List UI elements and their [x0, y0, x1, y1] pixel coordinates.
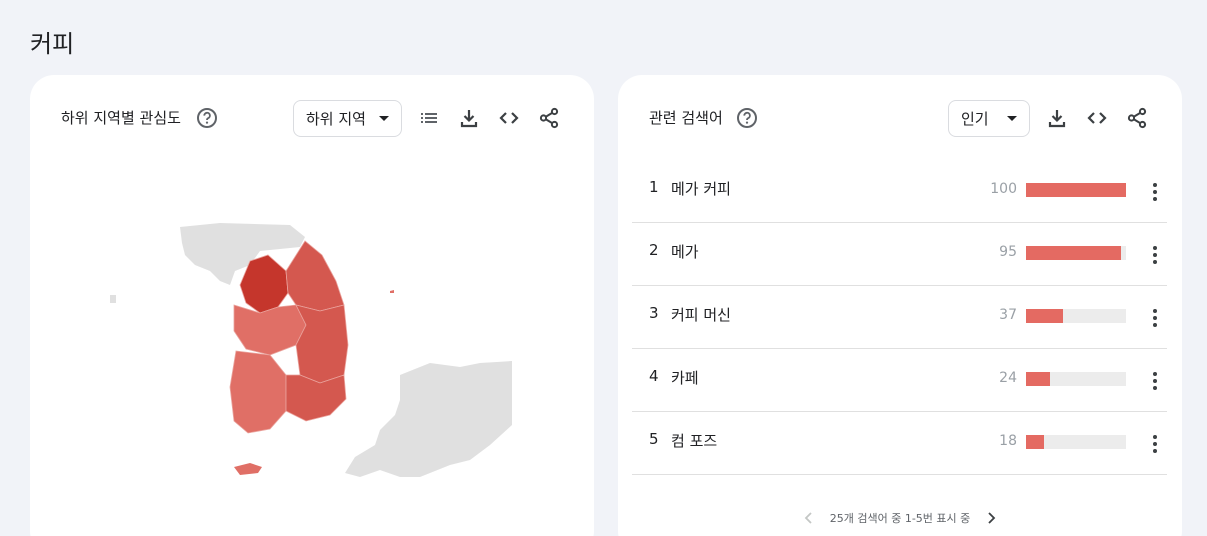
row-bar-track [1026, 372, 1126, 386]
row-bar-track [1026, 183, 1126, 197]
list-item[interactable]: 1 메가 커피 100 [632, 160, 1167, 223]
map-region-gangwon [285, 240, 345, 312]
chevron-down-icon [1007, 116, 1017, 121]
list-icon[interactable] [418, 107, 440, 129]
row-rank: 4 [649, 367, 659, 385]
row-rank: 1 [649, 178, 659, 196]
page-title: 커피 [30, 30, 75, 58]
list-item[interactable]: 4 카페 24 [632, 349, 1167, 412]
related-searches-card: 관련 검색어 인기 1 메가 커피 100 2 메가 95 3 커피 머신 37… [618, 75, 1182, 536]
related-sort-select[interactable]: 인기 [948, 100, 1030, 137]
row-rank: 3 [649, 304, 659, 322]
region-card-title: 하위 지역별 관심도 [61, 109, 181, 127]
list-item[interactable]: 5 컴 포즈 18 [632, 412, 1167, 475]
row-bar-fill [1026, 183, 1126, 197]
map-region-gyeongbuk [295, 304, 349, 384]
row-bar-track [1026, 309, 1126, 323]
row-bar-fill [1026, 246, 1121, 260]
row-term[interactable]: 컴 포즈 [671, 430, 717, 451]
related-sort-select-value: 인기 [961, 110, 989, 128]
row-value: 18 [999, 433, 1017, 449]
row-bar-fill [1026, 372, 1050, 386]
region-level-select-value: 하위 지역 [306, 110, 366, 128]
embed-icon[interactable] [1086, 107, 1108, 129]
map-region-jeolla [229, 350, 287, 434]
list-item[interactable]: 2 메가 95 [632, 223, 1167, 286]
download-icon[interactable] [1046, 107, 1068, 129]
row-rank: 5 [649, 430, 659, 448]
chevron-right-icon[interactable] [982, 509, 1000, 527]
map-land-japan [345, 361, 512, 477]
more-vert-icon[interactable] [1143, 432, 1167, 456]
help-icon[interactable] [736, 107, 758, 129]
more-vert-icon[interactable] [1143, 369, 1167, 393]
more-vert-icon[interactable] [1143, 243, 1167, 267]
map-region-island-jeju [234, 463, 262, 475]
help-icon[interactable] [196, 107, 218, 129]
row-bar-fill [1026, 435, 1044, 449]
row-value: 37 [999, 307, 1017, 323]
embed-icon[interactable] [498, 107, 520, 129]
row-bar-track [1026, 435, 1126, 449]
row-value: 95 [999, 244, 1017, 260]
pagination: 25개 검색어 중 1-5번 표시 중 [618, 509, 1182, 527]
region-interest-card: 하위 지역별 관심도 하위 지역 [30, 75, 594, 536]
map-land-small [110, 295, 116, 303]
more-vert-icon[interactable] [1143, 180, 1167, 204]
download-icon[interactable] [458, 107, 480, 129]
map-region-ulleung [390, 290, 394, 293]
row-bar-track [1026, 246, 1126, 260]
row-term[interactable]: 메가 [671, 241, 699, 262]
row-term[interactable]: 메가 커피 [671, 178, 731, 199]
chevron-down-icon [379, 116, 389, 121]
chevron-left-icon[interactable] [800, 509, 818, 527]
row-term[interactable]: 커피 머신 [671, 304, 731, 325]
share-icon[interactable] [1126, 107, 1148, 129]
row-bar-fill [1026, 309, 1063, 323]
related-card-title: 관련 검색어 [649, 109, 723, 127]
row-value: 100 [990, 181, 1017, 197]
row-value: 24 [999, 370, 1017, 386]
row-term[interactable]: 카페 [671, 367, 699, 388]
pagination-text: 25개 검색어 중 1-5번 표시 중 [829, 512, 971, 525]
list-item[interactable]: 3 커피 머신 37 [632, 286, 1167, 349]
map-region-chungcheong [233, 304, 307, 356]
share-icon[interactable] [538, 107, 560, 129]
region-heat-map [110, 223, 512, 477]
more-vert-icon[interactable] [1143, 306, 1167, 330]
row-rank: 2 [649, 241, 659, 259]
map-region-gyeongnam [285, 374, 347, 422]
region-level-select[interactable]: 하위 지역 [293, 100, 402, 137]
